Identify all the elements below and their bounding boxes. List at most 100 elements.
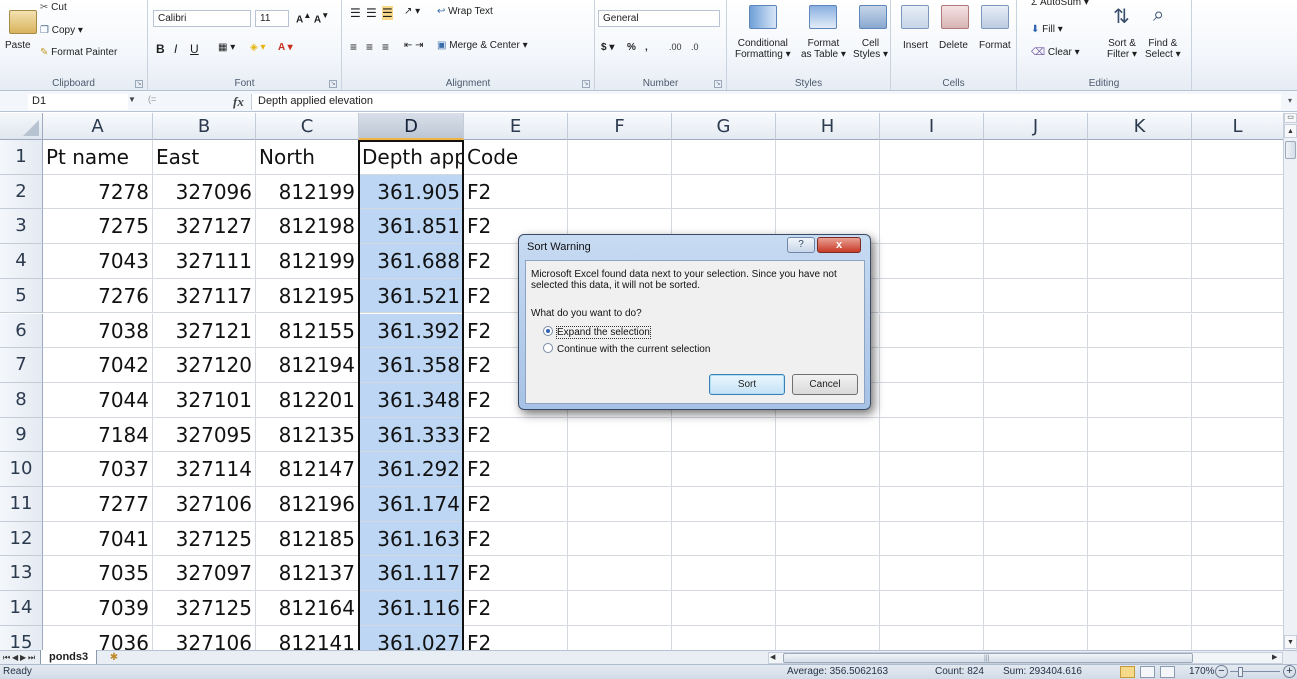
cell[interactable] [776,174,880,210]
horizontal-scroll-thumb[interactable]: ||| [783,653,1193,663]
cell[interactable] [1192,522,1283,557]
normal-view-icon[interactable] [1120,666,1135,678]
cell[interactable] [1088,625,1192,650]
cell[interactable] [1088,313,1192,349]
grow-font-icon[interactable]: A▲ A▼ [296,10,329,25]
italic-button[interactable]: I [174,42,177,56]
zoom-in-icon[interactable]: + [1283,665,1296,678]
row-header[interactable]: 7 [0,348,43,383]
zoom-level[interactable]: 170% [1189,666,1215,677]
cell[interactable]: 7038 [43,313,153,349]
cell[interactable] [672,521,776,557]
cell[interactable] [568,556,672,592]
cell[interactable]: 7278 [43,174,153,210]
align-middle-icon[interactable]: ☰ [366,6,377,20]
cell[interactable] [776,556,880,592]
expand-formula-bar-icon[interactable]: ▾ [1284,94,1296,110]
cell[interactable] [880,244,984,279]
format-button[interactable]: Format [979,40,1011,51]
cell[interactable]: 7044 [43,382,153,418]
orientation-icon[interactable]: ↗ ▾ [404,6,420,17]
row-header[interactable]: 14 [0,591,43,626]
cell[interactable] [672,452,776,487]
cell[interactable] [1192,452,1283,487]
cell[interactable]: 812194 [256,348,359,383]
currency-icon[interactable]: $ ▾ [601,42,614,53]
cell[interactable] [1192,314,1283,349]
cell[interactable]: 361.348 [359,382,464,418]
cell[interactable] [984,417,1088,453]
cell[interactable]: 361.905 [359,174,464,210]
column-header-l[interactable]: L [1192,113,1283,140]
cell[interactable] [880,625,984,650]
cell[interactable] [984,348,1088,383]
cell[interactable] [568,140,672,175]
cell[interactable] [880,417,984,453]
cell[interactable] [1192,383,1283,418]
column-header-j[interactable]: J [984,113,1088,140]
cell[interactable] [880,348,984,383]
radio-unchecked-icon[interactable] [543,343,553,353]
row-header[interactable]: 8 [0,382,43,418]
cell[interactable] [672,625,776,650]
delete-button[interactable]: Delete [939,40,968,51]
cancel-button[interactable]: Cancel [792,374,858,395]
cell[interactable]: 327097 [153,556,256,592]
align-top-icon[interactable]: ☰ [350,6,361,20]
row-header[interactable]: 4 [0,244,43,279]
cell[interactable] [984,278,1088,314]
cell[interactable] [1088,556,1192,592]
wrap-text-button[interactable]: ↩ Wrap Text [437,6,493,17]
cell[interactable] [568,417,672,453]
cell[interactable]: 361.851 [359,209,464,245]
borders-icon[interactable]: ▦ ▾ [218,42,235,53]
prev-sheet-icon[interactable]: ◀ [12,651,18,665]
clipboard-launcher-icon[interactable]: ↘ [135,80,143,88]
cell[interactable] [776,625,880,650]
first-sheet-icon[interactable]: ⏮ [3,651,10,665]
cell[interactable]: 812155 [256,313,359,349]
align-center-icon[interactable]: ≡ [366,40,373,54]
paste-button[interactable]: Paste [5,40,31,51]
merge-center-button[interactable]: ▣ Merge & Center ▾ [437,40,528,51]
cell[interactable]: F2 [464,625,568,650]
cell[interactable]: 812141 [256,625,359,650]
cell[interactable] [568,452,672,487]
column-header-f[interactable]: F [568,113,672,140]
cell[interactable] [880,487,984,522]
cell[interactable]: 361.117 [359,556,464,592]
cell[interactable] [672,140,776,175]
cell[interactable] [568,625,672,650]
row-header[interactable]: 5 [0,278,43,314]
cell[interactable]: F2 [464,174,568,210]
cell[interactable] [1088,209,1192,245]
cell[interactable] [1192,244,1283,279]
cell[interactable] [1192,175,1283,210]
page-layout-view-icon[interactable] [1140,666,1155,678]
column-header-b[interactable]: B [153,113,256,140]
cell[interactable]: 812195 [256,278,359,314]
next-sheet-icon[interactable]: ▶ [20,651,26,665]
cell[interactable]: 812135 [256,417,359,453]
indent-icon[interactable]: ⇤ ⇥ [404,40,424,51]
column-header-c[interactable]: C [256,113,359,140]
font-color-icon[interactable]: A ▾ [278,42,293,53]
name-box-dropdown-icon[interactable]: ▼ [128,95,136,104]
scroll-left-icon[interactable]: ◀ [770,651,775,665]
continue-selection-option[interactable]: Continue with the current selection [543,343,710,355]
cell[interactable] [984,209,1088,245]
cell[interactable]: East [153,140,256,175]
cell[interactable]: 361.174 [359,487,464,522]
cell[interactable]: 327121 [153,313,256,349]
fill-button[interactable]: ⬇ Fill ▾ [1031,24,1063,35]
cell[interactable] [1088,417,1192,453]
cell[interactable] [776,417,880,453]
cell[interactable]: 327111 [153,244,256,279]
cell[interactable] [880,591,984,626]
cell[interactable] [568,174,672,210]
cell[interactable]: 7275 [43,209,153,245]
insert-function-button[interactable]: fx [233,94,244,110]
scroll-up-icon[interactable]: ▲ [1284,124,1297,138]
column-header-i[interactable]: I [880,113,984,140]
cell[interactable] [776,591,880,626]
